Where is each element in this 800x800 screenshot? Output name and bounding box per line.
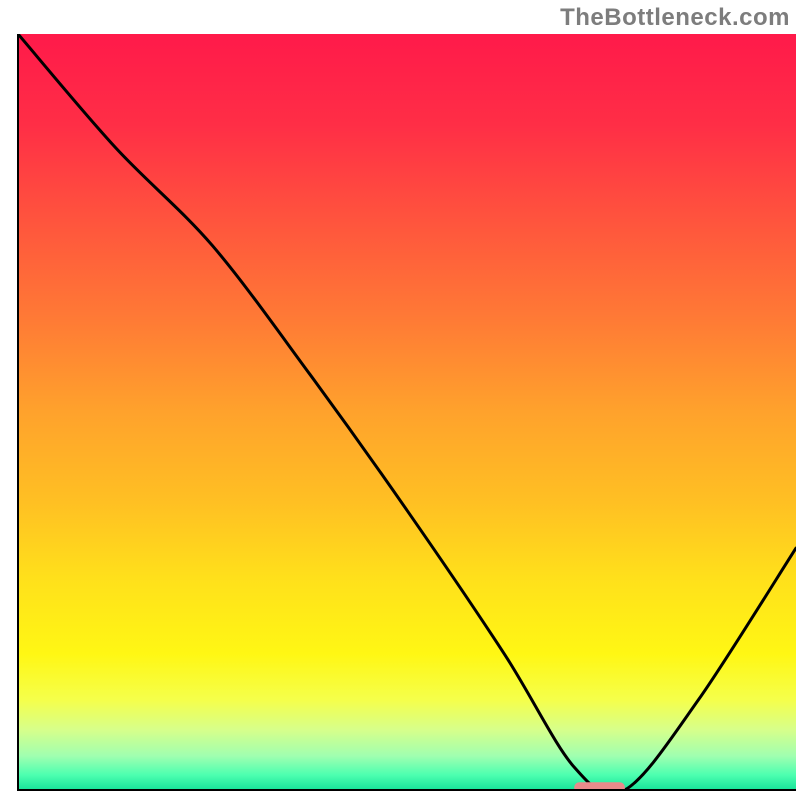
chart-container: { "watermark": "TheBottleneck.com", "cha… bbox=[0, 0, 800, 800]
gradient-background bbox=[18, 34, 796, 790]
optimal-range-marker bbox=[574, 782, 625, 793]
bottleneck-chart bbox=[0, 0, 800, 800]
watermark-text: TheBottleneck.com bbox=[560, 4, 790, 32]
